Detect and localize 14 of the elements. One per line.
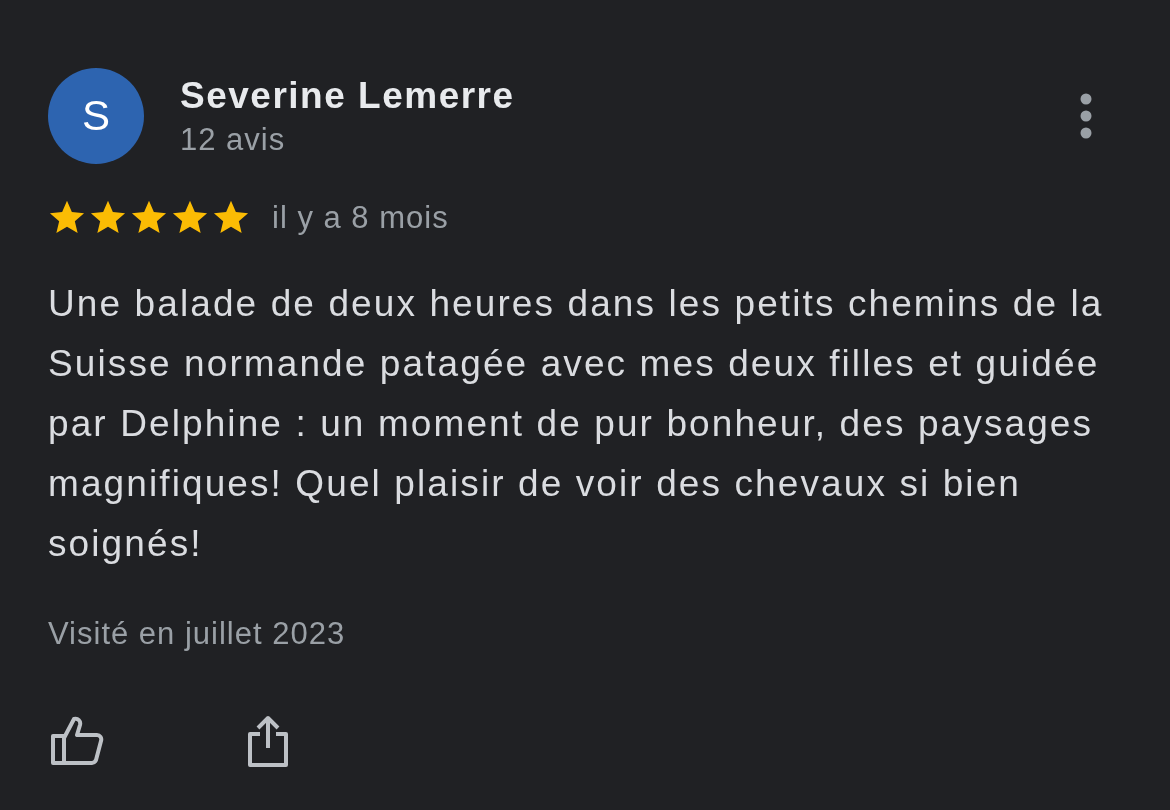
- star-icon: [48, 200, 86, 236]
- author-name[interactable]: Severine Lemerre: [180, 74, 515, 118]
- review-text: Une balade de deux heures dans les petits chemins de la Suisse normande patagée avec mes deux filles et guidée par Delphine : un moment de pur bonheur, des paysages magnifiques! Quel plaisir de voir des chevaux si bien soignés!: [48, 282, 1105, 566]
- share-icon[interactable]: [246, 714, 290, 768]
- star-icon: [212, 200, 250, 236]
- star-icon: [130, 200, 168, 236]
- star-icon: [89, 200, 127, 236]
- like-icon[interactable]: [50, 714, 106, 768]
- avatar-letter: S: [82, 92, 110, 140]
- review-time: il y a 8 mois: [272, 200, 449, 236]
- star-icon: [171, 200, 209, 236]
- more-options-icon[interactable]: [1080, 93, 1092, 139]
- visit-date: Visité en juillet 2023: [48, 616, 346, 652]
- review-count: 12 avis: [180, 121, 287, 159]
